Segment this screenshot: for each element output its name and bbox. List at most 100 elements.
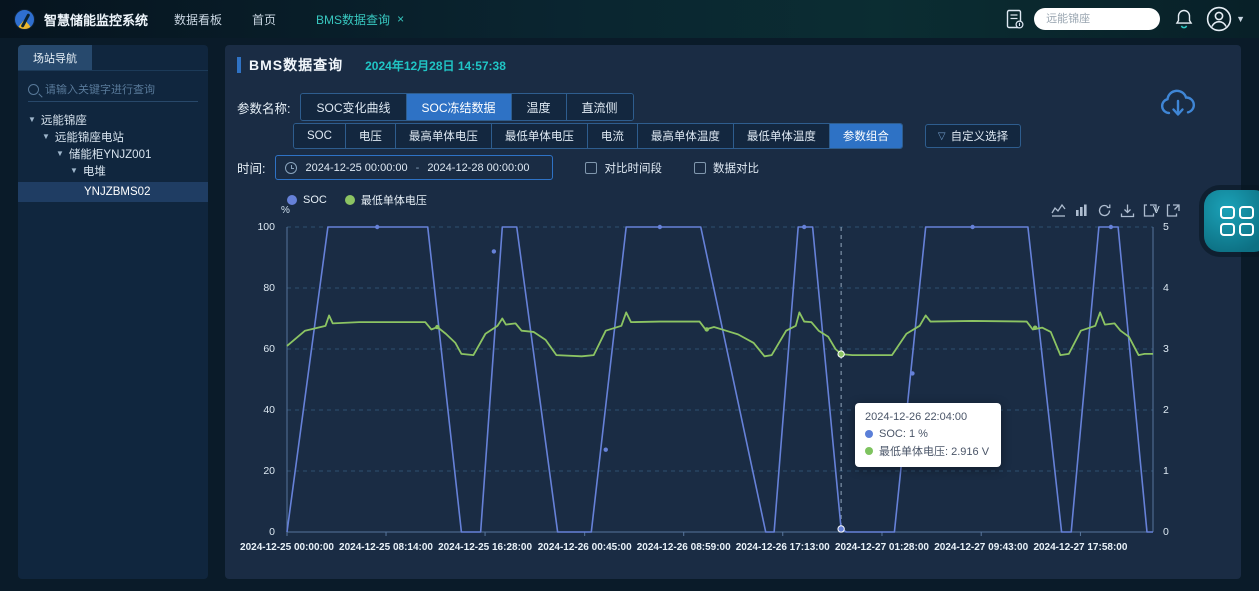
- y-tick-label: 0: [1163, 526, 1169, 538]
- left-axis-unit: %: [281, 205, 290, 216]
- date-range-separator: -: [416, 162, 420, 174]
- compare-period-checkbox[interactable]: 对比时间段: [585, 160, 662, 176]
- legend-voltage-label: 最低单体电压: [361, 192, 427, 208]
- subtab-current[interactable]: 电流: [588, 124, 638, 148]
- y-tick-label: 2: [1163, 404, 1169, 416]
- y-tick-label: 3: [1163, 343, 1169, 355]
- tab-close-icon[interactable]: ×: [397, 12, 404, 26]
- tree-node-label: 远能锦座电站: [55, 129, 124, 145]
- legend-item-min-voltage[interactable]: 最低单体电压: [345, 192, 427, 208]
- menu-item-home[interactable]: 首页: [252, 11, 276, 28]
- filter-icon: ▽: [938, 131, 946, 142]
- sub-tab-group: SOC 电压 最高单体电压 最低单体电压 电流 最高单体温度 最低单体温度 参数…: [293, 123, 903, 149]
- param-tab-group: SOC变化曲线 SOC冻结数据 温度 直流侧: [300, 93, 633, 121]
- x-tick-label: 2024-12-25 08:14:00: [339, 542, 433, 553]
- panel-header: BMS数据查询 2024年12月28日 14:57:38: [237, 55, 506, 75]
- chevron-down-icon[interactable]: ▼: [28, 115, 36, 124]
- sidebar-search[interactable]: [28, 78, 198, 102]
- open-tab-bms-query[interactable]: BMS数据查询 ×: [316, 11, 404, 28]
- compare-data-checkbox[interactable]: 数据对比: [694, 160, 759, 176]
- x-tick-label: 2024-12-27 17:58:00: [1033, 542, 1127, 553]
- x-tick-label: 2024-12-27 01:28:00: [835, 542, 929, 553]
- date-range-picker[interactable]: 2024-12-25 00:00:00 - 2024-12-28 00:00:0…: [275, 155, 553, 180]
- x-tick-label: 2024-12-26 08:59:00: [637, 542, 731, 553]
- tooltip-soc-row: SOC: 1 %: [865, 428, 991, 440]
- legend-soc-label: SOC: [303, 194, 327, 206]
- subtab-param-combo[interactable]: 参数组合: [830, 124, 902, 148]
- date-start-value[interactable]: 2024-12-25 00:00:00: [305, 162, 407, 174]
- station-sidebar: 场站导航 ▼ 远能锦座 ▼ 远能锦座电站 ▼ 储能柜YNJZ001 ▼ 电堆: [18, 45, 208, 579]
- line-chart-type-icon[interactable]: [1051, 203, 1066, 218]
- report-icon[interactable]: [1006, 9, 1024, 29]
- tree-node-bms-selected[interactable]: YNJZBMS02: [18, 182, 208, 202]
- bar-chart-type-icon[interactable]: [1074, 203, 1089, 218]
- x-tick-label: 2024-12-26 00:45:00: [538, 542, 632, 553]
- y-tick-label: 1: [1163, 465, 1169, 477]
- chart-plot-area[interactable]: [287, 227, 1153, 532]
- x-tick-label: 2024-12-26 17:13:00: [736, 542, 830, 553]
- user-avatar-icon[interactable]: [1206, 6, 1232, 32]
- search-icon: [28, 84, 39, 95]
- tooltip-voltage-row: 最低单体电压: 2.916 V: [865, 443, 991, 459]
- notification-bell-icon[interactable]: [1174, 8, 1194, 30]
- save-image-icon[interactable]: [1120, 203, 1135, 218]
- custom-select-label: 自定义选择: [951, 128, 1009, 144]
- restore-icon[interactable]: [1097, 203, 1112, 218]
- tree-node-label: YNJZBMS02: [84, 186, 150, 198]
- sub-tab-row: SOC 电压 最高单体电压 最低单体电压 电流 最高单体温度 最低单体温度 参数…: [283, 123, 1021, 149]
- x-tick-label: 2024-12-27 09:43:00: [934, 542, 1028, 553]
- legend-item-soc[interactable]: SOC: [287, 194, 327, 206]
- quick-menu-button[interactable]: [1204, 190, 1259, 252]
- subtab-min-cell-temp[interactable]: 最低单体温度: [734, 124, 830, 148]
- param-name-row: 参数名称: SOC变化曲线 SOC冻结数据 温度 直流侧: [237, 93, 634, 121]
- tree-node-cabinet[interactable]: ▼ 储能柜YNJZ001: [18, 145, 208, 162]
- tree-node-label: 电堆: [83, 163, 106, 179]
- tab-soc-curve[interactable]: SOC变化曲线: [301, 94, 406, 120]
- keyword-search-input[interactable]: [45, 84, 185, 96]
- page-title: BMS数据查询: [249, 55, 343, 75]
- title-accent-bar: [237, 57, 241, 73]
- date-end-value[interactable]: 2024-12-28 00:00:00: [427, 162, 529, 174]
- subtab-min-cell-voltage[interactable]: 最低单体电压: [492, 124, 588, 148]
- checkbox-icon[interactable]: [694, 162, 706, 174]
- tree-node-yuanneng[interactable]: ▼ 远能锦座: [18, 111, 208, 128]
- subtab-max-cell-temp[interactable]: 最高单体温度: [638, 124, 734, 148]
- clock-icon: [285, 162, 297, 174]
- data-zoom-back-icon[interactable]: [1166, 203, 1181, 218]
- subtab-voltage[interactable]: 电压: [346, 124, 396, 148]
- open-tab-label: BMS数据查询: [316, 11, 390, 28]
- custom-select-button[interactable]: ▽ 自定义选择: [925, 124, 1021, 148]
- tab-dc-side[interactable]: 直流侧: [567, 94, 633, 120]
- tooltip-voltage-dot: [865, 447, 873, 455]
- current-timestamp: 2024年12月28日 14:57:38: [365, 57, 506, 74]
- tab-temperature[interactable]: 温度: [512, 94, 567, 120]
- x-tick-label: 2024-12-25 16:28:00: [438, 542, 532, 553]
- chevron-down-icon[interactable]: ▼: [42, 132, 50, 141]
- y-tick-label: 80: [263, 282, 275, 294]
- chart-tooltip: 2024-12-26 22:04:00 SOC: 1 % 最低单体电压: 2.9…: [855, 403, 1001, 467]
- tooltip-time: 2024-12-26 22:04:00: [865, 411, 991, 423]
- subtab-max-cell-voltage[interactable]: 最高单体电压: [396, 124, 492, 148]
- x-axis-ticks: 2024-12-25 00:00:002024-12-25 08:14:0020…: [287, 542, 1153, 556]
- station-tree: ▼ 远能锦座 ▼ 远能锦座电站 ▼ 储能柜YNJZ001 ▼ 电堆 YNJZBM…: [18, 111, 208, 202]
- tooltip-soc-value: SOC: 1 %: [879, 428, 928, 440]
- tab-soc-frozen[interactable]: SOC冻结数据: [407, 94, 512, 120]
- y-tick-label: 20: [263, 465, 275, 477]
- chevron-down-icon[interactable]: ▼: [56, 149, 64, 158]
- compare-data-label: 数据对比: [713, 160, 759, 176]
- subtab-soc[interactable]: SOC: [294, 124, 346, 148]
- station-search-input[interactable]: [1034, 8, 1160, 30]
- sidebar-tab-station-nav[interactable]: 场站导航: [18, 45, 92, 70]
- user-menu-caret-icon[interactable]: ▼: [1236, 14, 1245, 24]
- checkbox-icon[interactable]: [585, 162, 597, 174]
- tree-node-station[interactable]: ▼ 远能锦座电站: [18, 128, 208, 145]
- chart-toolbar: [1051, 203, 1181, 218]
- param-name-label: 参数名称:: [237, 98, 290, 117]
- tree-node-stack[interactable]: ▼ 电堆: [18, 162, 208, 179]
- cloud-download-icon[interactable]: [1158, 87, 1198, 121]
- chevron-down-icon[interactable]: ▼: [70, 166, 78, 175]
- grid-icon: [1220, 206, 1254, 236]
- sidebar-tab-divider: [18, 70, 208, 71]
- legend-soc-dot: [287, 195, 297, 205]
- menu-item-dashboard[interactable]: 数据看板: [174, 11, 222, 28]
